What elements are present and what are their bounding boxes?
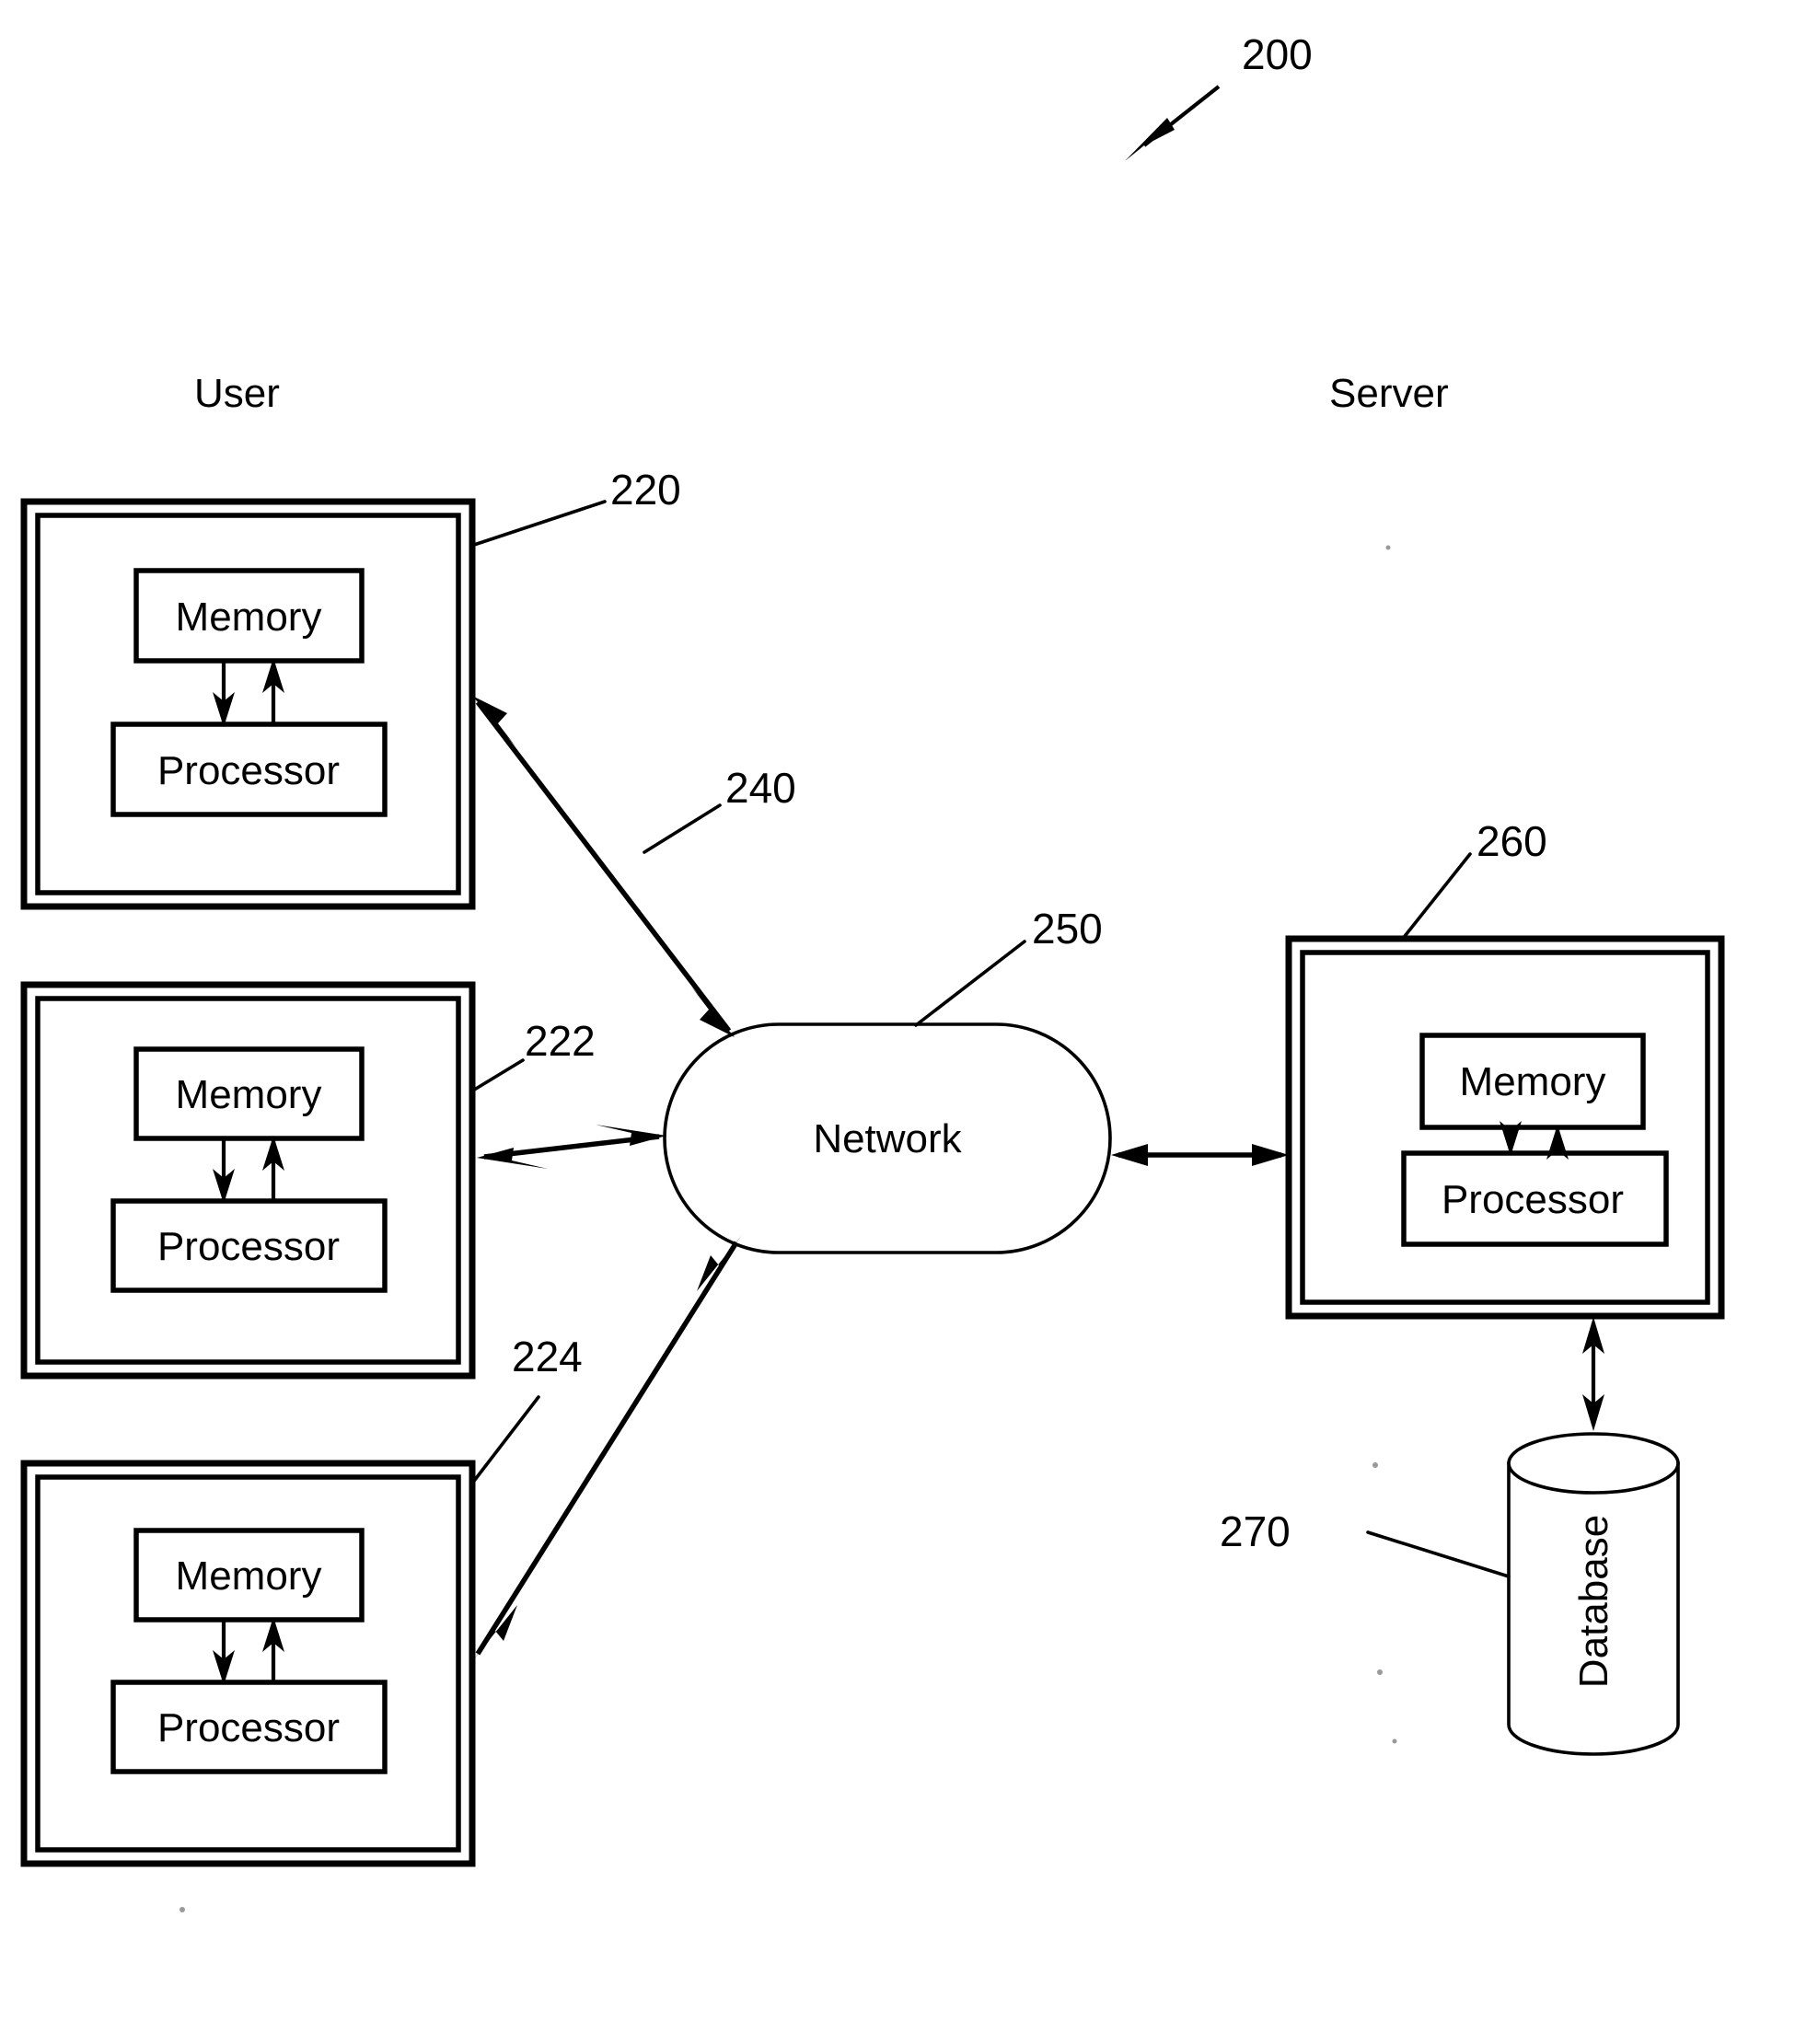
server-ref-leader	[1400, 852, 1472, 941]
connection-ref-240-label: 240	[725, 764, 796, 812]
figure-ref-200-label: 200	[1242, 30, 1313, 78]
device-220-processor-label: Processor	[157, 748, 340, 793]
connection-ref-240-group: 240	[643, 764, 796, 854]
link-device220-network	[472, 696, 735, 1037]
scan-speck	[180, 1907, 185, 1912]
figure-canvas: 200 User Server Memory Processor 220 Mem…	[0, 0, 1795, 2044]
link-device224-network	[472, 1235, 742, 1661]
network-ref-label: 250	[1032, 905, 1103, 953]
device-224-memory-label: Memory	[176, 1553, 322, 1599]
device-220-ref-leader	[469, 500, 607, 548]
device-222-processor-label: Processor	[157, 1224, 340, 1269]
user-device-224[interactable]: Memory Processor 224	[20, 1333, 583, 1867]
database-node-270[interactable]: Database 270	[1220, 1432, 1680, 1756]
network-label: Network	[813, 1116, 962, 1161]
network-ref-leader	[914, 940, 1026, 1027]
connection-ref-240-leader	[643, 803, 722, 854]
device-220-ref-label: 220	[610, 466, 681, 514]
database-ref-leader	[1366, 1530, 1511, 1578]
device-222-ref-label: 222	[525, 1017, 596, 1065]
user-device-222[interactable]: Memory Processor 222	[20, 981, 596, 1380]
scan-speck	[1372, 1462, 1378, 1468]
scan-speck	[1385, 545, 1391, 550]
link-device222-network	[477, 1125, 666, 1169]
heading-user: User	[194, 371, 280, 416]
server-processor-label: Processor	[1442, 1177, 1624, 1222]
device-222-ref-leader	[469, 1058, 525, 1093]
device-224-ref-label: 224	[512, 1333, 583, 1380]
heading-server: Server	[1329, 371, 1449, 416]
device-224-ref-leader	[469, 1395, 540, 1486]
link-server-database	[1582, 1317, 1604, 1431]
database-cylinder-top	[1507, 1432, 1680, 1495]
figure-ref-200-group: 200	[1125, 30, 1313, 161]
server-memory-label: Memory	[1460, 1059, 1606, 1104]
figure-ref-200-arrowhead	[1125, 118, 1175, 161]
server-ref-label: 260	[1477, 817, 1547, 865]
scan-speck	[1377, 1669, 1383, 1675]
device-220-memory-label: Memory	[176, 595, 322, 640]
database-ref-label: 270	[1220, 1507, 1291, 1555]
network-node[interactable]: Network 250	[663, 905, 1112, 1254]
device-222-memory-label: Memory	[176, 1072, 322, 1117]
device-224-processor-label: Processor	[157, 1705, 340, 1750]
system-architecture-diagram: 200 User Server Memory Processor 220 Mem…	[20, 30, 1725, 1912]
server-node-260[interactable]: Memory Processor 260	[1285, 817, 1725, 1320]
database-label: Database	[1571, 1515, 1616, 1688]
scan-speck	[1392, 1738, 1397, 1744]
link-network-server	[1111, 1144, 1289, 1166]
